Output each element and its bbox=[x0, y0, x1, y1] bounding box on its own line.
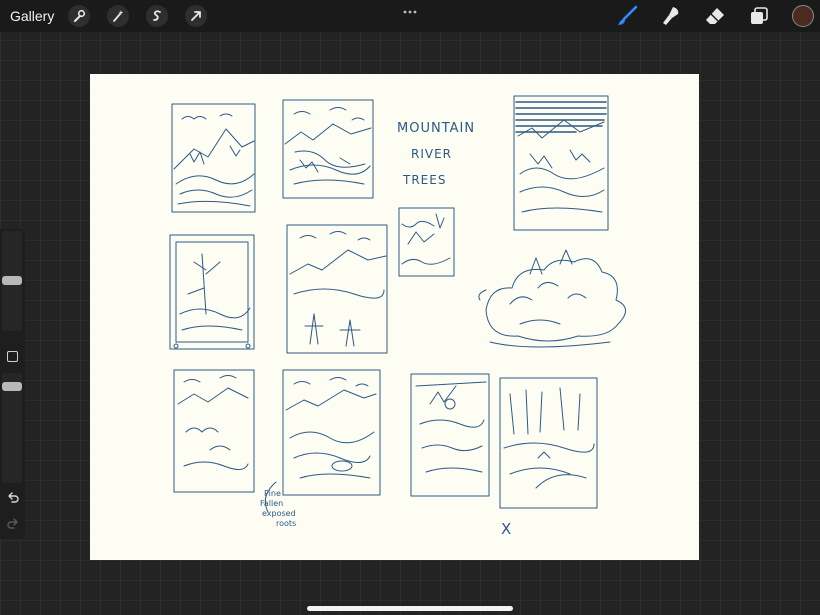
actions-button[interactable] bbox=[68, 5, 91, 27]
note-title-line1: MOUNTAIN bbox=[397, 121, 475, 136]
sidebar bbox=[0, 229, 25, 539]
sketch-artwork: MOUNTAIN RIVER TREES Pine Fallen exposed… bbox=[169, 95, 626, 538]
gallery-button[interactable]: Gallery bbox=[10, 8, 54, 24]
note-line1: Pine bbox=[264, 489, 281, 498]
thumbnail-sketch bbox=[169, 234, 255, 350]
undo-button[interactable] bbox=[7, 491, 19, 509]
transform-arrow-icon bbox=[191, 11, 202, 21]
note-title-line2: RIVER bbox=[411, 147, 452, 161]
opacity-thumb[interactable] bbox=[2, 382, 22, 391]
thumbnail-sketch bbox=[410, 373, 490, 497]
thumbnail-sketch bbox=[499, 377, 598, 509]
selection-icon bbox=[153, 10, 162, 21]
layers-icon bbox=[751, 7, 768, 24]
smudge-icon bbox=[663, 7, 679, 25]
drawing-canvas[interactable]: MOUNTAIN RIVER TREES Pine Fallen exposed… bbox=[90, 74, 699, 560]
ellipsis-icon bbox=[403, 10, 417, 14]
note-line2: Fallen bbox=[260, 499, 283, 508]
redo-button[interactable] bbox=[7, 517, 19, 535]
eraser-tool-button[interactable] bbox=[704, 5, 726, 27]
thumbnail-sketch bbox=[173, 369, 255, 493]
magic-wand-icon bbox=[113, 10, 124, 22]
right-toolbar bbox=[616, 0, 820, 32]
home-indicator[interactable] bbox=[307, 606, 513, 611]
thumbnail-sketch bbox=[513, 95, 609, 231]
brush-tool-button[interactable] bbox=[616, 5, 638, 27]
note-line3: exposed bbox=[262, 509, 296, 518]
brush-icon bbox=[618, 5, 638, 25]
more-options-button[interactable] bbox=[403, 2, 417, 20]
smudge-tool-button[interactable] bbox=[660, 5, 682, 27]
thumbnail-sketch bbox=[398, 207, 455, 277]
wrench-icon bbox=[74, 9, 86, 22]
redo-icon bbox=[7, 518, 18, 529]
thumbnail-sketch bbox=[286, 224, 388, 354]
thumbnail-sketch bbox=[171, 103, 256, 213]
tree-clump-sketch bbox=[478, 249, 626, 348]
top-toolbar: Gallery bbox=[0, 0, 820, 32]
modify-button[interactable] bbox=[7, 351, 18, 362]
color-picker-button[interactable] bbox=[792, 5, 814, 27]
adjustments-button[interactable] bbox=[107, 5, 130, 27]
note-title-line3: TREES bbox=[402, 173, 446, 187]
brush-size-thumb[interactable] bbox=[2, 276, 22, 285]
undo-icon bbox=[8, 492, 19, 503]
layers-button[interactable] bbox=[748, 5, 770, 27]
note-mark: X bbox=[501, 520, 511, 538]
note-line4: roots bbox=[276, 519, 296, 528]
thumbnail-sketch bbox=[282, 369, 381, 496]
selection-button[interactable] bbox=[146, 5, 169, 27]
eraser-icon bbox=[706, 8, 724, 24]
thumbnail-sketch bbox=[282, 99, 374, 199]
transform-button[interactable] bbox=[185, 5, 208, 27]
